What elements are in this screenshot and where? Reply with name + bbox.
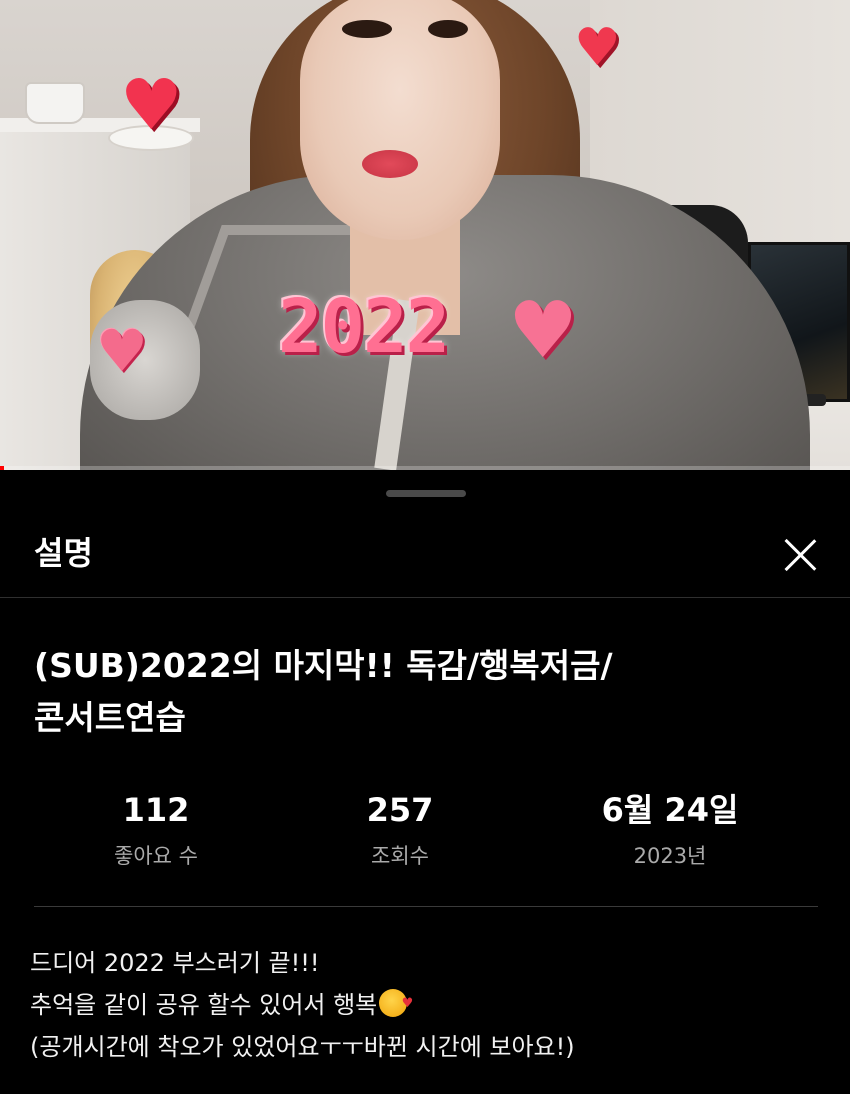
- stats-row: 112 좋아요 수 257 조회수 6월 24일 2023년: [0, 790, 850, 880]
- description-text: 드디어 2022 부스러기 끝!!! 추억을 같이 공유 할수 있어서 행복 (…: [30, 942, 830, 1068]
- views-count: 257: [366, 791, 434, 829]
- progress-bar[interactable]: [0, 466, 850, 470]
- likes-label: 좋아요 수: [114, 844, 198, 868]
- eye-left: [342, 20, 392, 38]
- sheet-title: 설명: [34, 534, 93, 572]
- close-icon[interactable]: [772, 526, 828, 582]
- progress-fill: [0, 466, 5, 470]
- year-sticker: 2022: [278, 284, 450, 370]
- upload-date: 6월 24일: [601, 791, 739, 829]
- video-title: (SUB)2022의 마지막!! 독감/행복저금/콘서트연습: [34, 646, 613, 737]
- views-label: 조회수: [371, 844, 429, 868]
- person-face: [300, 0, 500, 240]
- date-stat: 6월 24일 2023년: [540, 790, 800, 870]
- video-player[interactable]: ♥ ♥ ♥ 2022 ♥: [0, 0, 850, 470]
- description-line: (공개시간에 착오가 있었어요ㅜㅜ바뀐 시간에 보아요!): [30, 1033, 575, 1061]
- heart-sticker-icon: ♥: [120, 64, 183, 146]
- likes-stat: 112 좋아요 수: [26, 790, 286, 870]
- heart-sticker-icon: ♥: [508, 286, 578, 376]
- description-line: 드디어 2022 부스러기 끝!!!: [30, 949, 320, 977]
- description-line-text: 추억을 같이 공유 할수 있어서 행복: [30, 991, 378, 1019]
- upload-year: 2023년: [633, 844, 707, 868]
- eye-right: [428, 20, 468, 38]
- cup: [25, 82, 85, 124]
- heart-sticker-icon: ♥: [96, 317, 148, 385]
- divider: [34, 906, 818, 907]
- smiling-face-with-hearts-icon: [379, 983, 413, 1025]
- views-stat: 257 조회수: [270, 790, 530, 870]
- sheet-header: 설명: [0, 510, 850, 598]
- description-line: 추억을 같이 공유 할수 있어서 행복: [30, 983, 830, 1026]
- likes-count: 112: [122, 791, 190, 829]
- lips: [362, 150, 418, 178]
- drag-handle[interactable]: [386, 490, 466, 497]
- heart-sticker-icon: ♥: [574, 18, 621, 78]
